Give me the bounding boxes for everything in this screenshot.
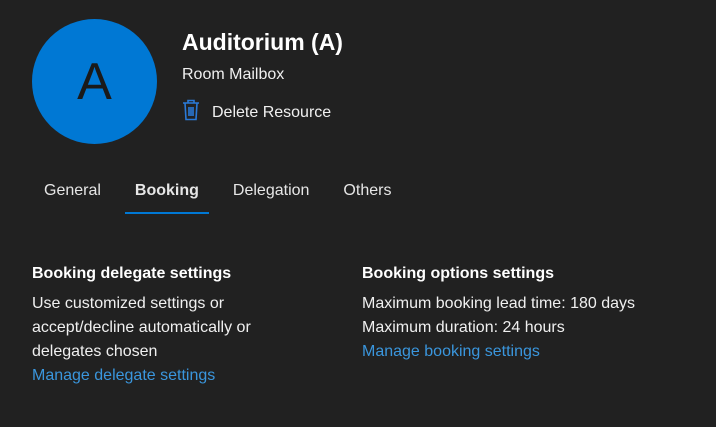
trash-icon: [182, 99, 200, 126]
tab-bar: General Booking Delegation Others: [32, 182, 413, 214]
avatar-initial: A: [77, 52, 112, 111]
tab-booking[interactable]: Booking: [123, 182, 211, 214]
mailbox-type: Room Mailbox: [182, 66, 285, 83]
booking-delegate-section: Booking delegate settings Use customized…: [32, 262, 251, 388]
tab-others[interactable]: Others: [331, 182, 403, 214]
section-heading: Booking delegate settings: [32, 265, 232, 282]
booking-options-section: Booking options settings Maximum booking…: [362, 262, 635, 364]
page-title: Auditorium (A): [182, 29, 343, 55]
delegate-text-line: delegates chosen: [32, 343, 158, 360]
max-duration-text: Maximum duration: 24 hours: [362, 319, 565, 336]
lead-time-text: Maximum booking lead time: 180 days: [362, 295, 636, 312]
manage-booking-settings-link[interactable]: Manage booking settings: [362, 340, 635, 364]
section-heading: Booking options settings: [362, 265, 554, 282]
delegate-text-line: accept/decline automatically or: [32, 319, 251, 336]
delegate-text-line: Use customized settings or: [32, 295, 225, 312]
avatar: A: [32, 19, 157, 144]
delete-resource-label: Delete Resource: [212, 103, 332, 121]
manage-delegate-settings-link[interactable]: Manage delegate settings: [32, 364, 251, 388]
tab-general[interactable]: General: [32, 182, 113, 214]
tab-delegation[interactable]: Delegation: [221, 182, 322, 214]
delete-resource-button[interactable]: Delete Resource: [182, 99, 331, 126]
